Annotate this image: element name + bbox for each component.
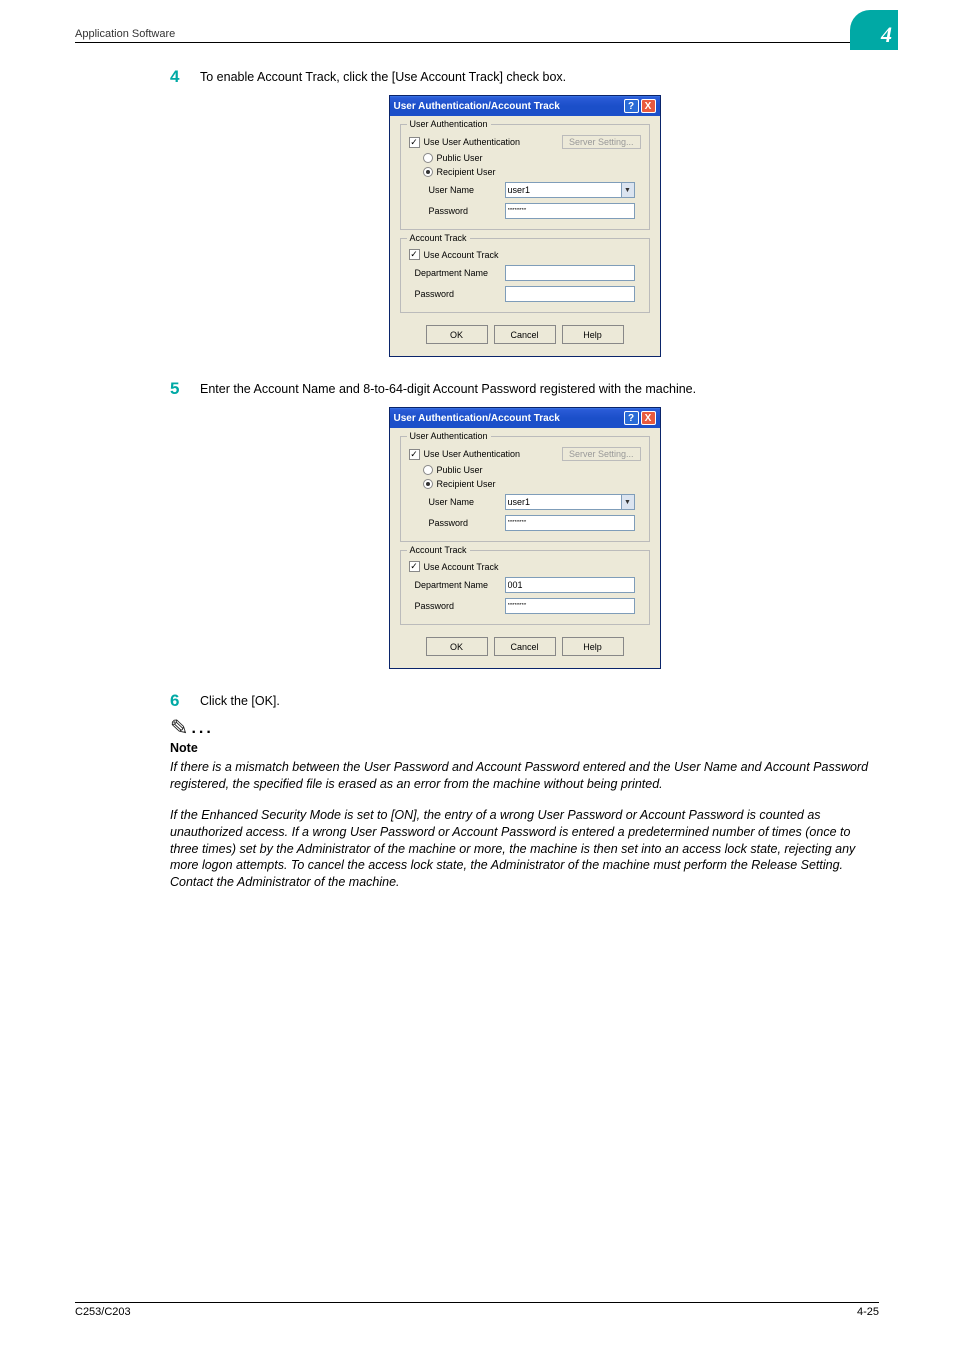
footer-page: 4-25	[857, 1306, 879, 1318]
recipient-user-label: Recipient User	[437, 479, 496, 489]
dept-name-label: Department Name	[415, 580, 505, 590]
footer-model: C253/C203	[75, 1306, 131, 1318]
note-block: ✎ ... Note If there is a mismatch betwee…	[170, 717, 879, 891]
dept-name-label: Department Name	[415, 268, 505, 278]
public-user-radio[interactable]	[423, 153, 433, 163]
step-4: 4 To enable Account Track, click the [Us…	[170, 67, 879, 87]
step-number: 5	[170, 379, 200, 399]
account-track-fieldset: Account Track ✓ Use Account Track Depart…	[400, 238, 650, 313]
auth-dialog-2: User Authentication/Account Track ? X Us…	[389, 407, 661, 669]
ellipsis-icon: ...	[191, 721, 213, 739]
server-setting-button[interactable]: Server Setting...	[562, 135, 641, 149]
recipient-user-radio[interactable]	[423, 479, 433, 489]
password-input[interactable]	[505, 203, 635, 219]
public-user-radio[interactable]	[423, 465, 433, 475]
use-account-track-label: Use Account Track	[424, 562, 499, 572]
note-paragraph-1: If there is a mismatch between the User …	[170, 759, 879, 793]
footer-rule	[75, 1302, 879, 1303]
recipient-user-label: Recipient User	[437, 167, 496, 177]
help-button[interactable]: Help	[562, 637, 624, 656]
note-paragraph-2: If the Enhanced Security Mode is set to …	[170, 807, 879, 891]
user-name-label: User Name	[429, 497, 505, 507]
titlebar-close-button[interactable]: X	[641, 99, 656, 113]
account-password-input[interactable]	[505, 598, 635, 614]
chevron-down-icon[interactable]: ▼	[621, 183, 634, 197]
account-track-legend: Account Track	[407, 545, 470, 555]
step-text: To enable Account Track, click the [Use …	[200, 67, 879, 87]
titlebar-help-button[interactable]: ?	[624, 99, 639, 113]
step-text: Enter the Account Name and 8-to-64-digit…	[200, 379, 879, 399]
chapter-number: 4	[881, 22, 892, 48]
titlebar-help-button[interactable]: ?	[624, 411, 639, 425]
pencil-icon: ✎	[170, 717, 189, 740]
use-user-auth-label: Use User Authentication	[424, 137, 521, 147]
step-number: 4	[170, 67, 200, 87]
dialog-titlebar: User Authentication/Account Track ? X	[390, 408, 660, 428]
dept-name-input[interactable]	[505, 577, 635, 593]
titlebar-close-button[interactable]: X	[641, 411, 656, 425]
use-account-track-checkbox[interactable]: ✓	[409, 561, 420, 572]
account-track-legend: Account Track	[407, 233, 470, 243]
use-user-auth-checkbox[interactable]: ✓	[409, 449, 420, 460]
public-user-label: Public User	[437, 153, 483, 163]
public-user-label: Public User	[437, 465, 483, 475]
user-name-input[interactable]	[505, 494, 635, 510]
ok-button[interactable]: OK	[426, 325, 488, 344]
ok-button[interactable]: OK	[426, 637, 488, 656]
use-user-auth-checkbox[interactable]: ✓	[409, 137, 420, 148]
user-name-label: User Name	[429, 185, 505, 195]
user-name-input[interactable]	[505, 182, 635, 198]
help-button[interactable]: Help	[562, 325, 624, 344]
password-label: Password	[429, 206, 505, 216]
user-auth-legend: User Authentication	[407, 119, 491, 129]
account-password-label: Password	[415, 601, 505, 611]
dept-name-input[interactable]	[505, 265, 635, 281]
step-text: Click the [OK].	[200, 691, 879, 711]
password-input[interactable]	[505, 515, 635, 531]
auth-dialog-1: User Authentication/Account Track ? X Us…	[389, 95, 661, 357]
note-heading: Note	[170, 741, 879, 755]
use-user-auth-label: Use User Authentication	[424, 449, 521, 459]
step-number: 6	[170, 691, 200, 711]
user-auth-legend: User Authentication	[407, 431, 491, 441]
password-label: Password	[429, 518, 505, 528]
step-6: 6 Click the [OK].	[170, 691, 879, 711]
page-footer: C253/C203 4-25	[75, 1302, 879, 1318]
recipient-user-radio[interactable]	[423, 167, 433, 177]
server-setting-button[interactable]: Server Setting...	[562, 447, 641, 461]
step-5: 5 Enter the Account Name and 8-to-64-dig…	[170, 379, 879, 399]
dialog-title: User Authentication/Account Track	[394, 413, 560, 424]
user-auth-fieldset: User Authentication ✓ Use User Authentic…	[400, 124, 650, 230]
cancel-button[interactable]: Cancel	[494, 637, 556, 656]
user-auth-fieldset: User Authentication ✓ Use User Authentic…	[400, 436, 650, 542]
section-title: Application Software	[75, 28, 175, 40]
account-track-fieldset: Account Track ✓ Use Account Track Depart…	[400, 550, 650, 625]
account-password-label: Password	[415, 289, 505, 299]
cancel-button[interactable]: Cancel	[494, 325, 556, 344]
dialog-titlebar: User Authentication/Account Track ? X	[390, 96, 660, 116]
chevron-down-icon[interactable]: ▼	[621, 495, 634, 509]
account-password-input[interactable]	[505, 286, 635, 302]
chapter-badge: 4	[850, 10, 898, 50]
use-account-track-checkbox[interactable]: ✓	[409, 249, 420, 260]
dialog-title: User Authentication/Account Track	[394, 101, 560, 112]
use-account-track-label: Use Account Track	[424, 250, 499, 260]
